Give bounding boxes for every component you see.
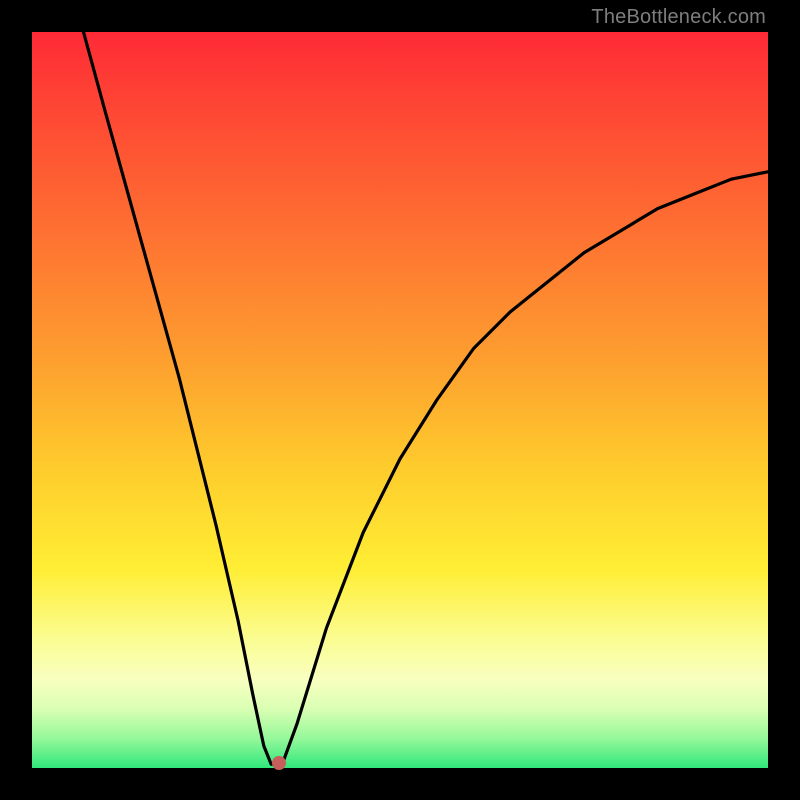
curve-svg [32, 32, 768, 768]
watermark-text: TheBottleneck.com [591, 6, 766, 29]
chart-frame: TheBottleneck.com [0, 0, 800, 800]
minimum-marker [272, 756, 286, 770]
bottleneck-curve [84, 32, 769, 764]
plot-area [32, 32, 768, 768]
